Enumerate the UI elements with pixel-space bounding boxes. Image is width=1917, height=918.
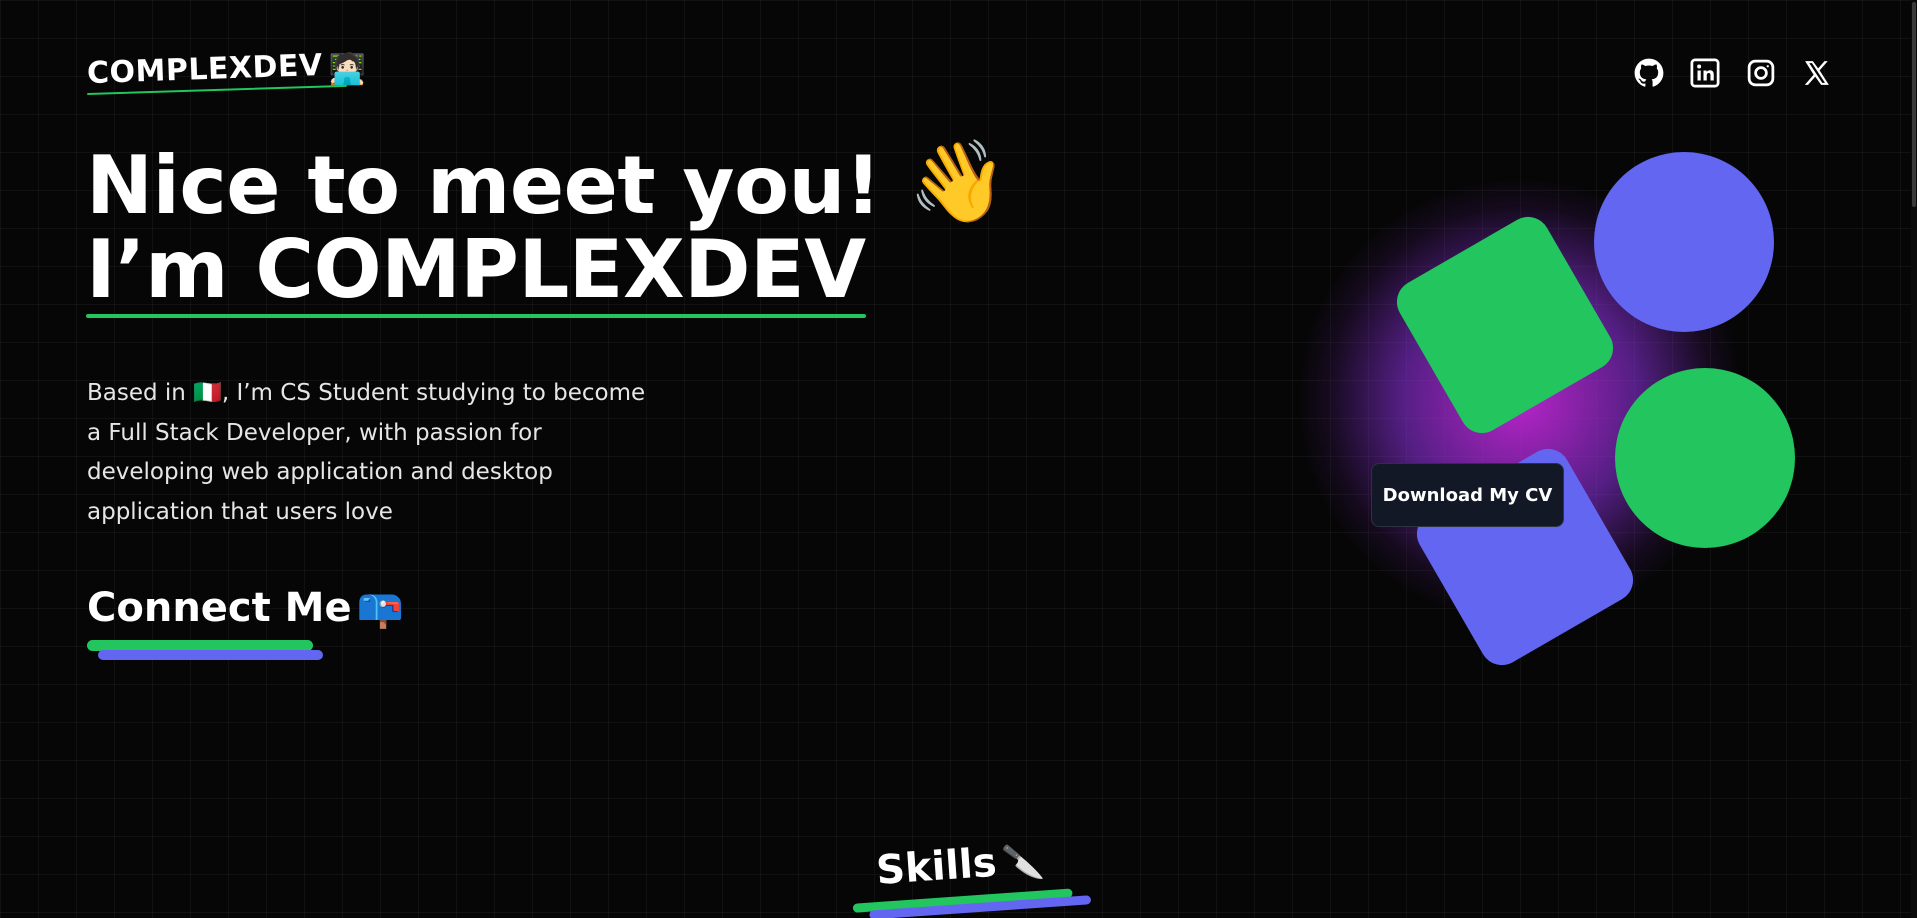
connect-me-label: Connect Me: [87, 585, 352, 631]
page-scrollbar[interactable]: [1911, 0, 1917, 918]
hero-bio: Based in 🇮🇹, I’m CS Student studying to …: [87, 380, 646, 525]
green-circle-shape: [1615, 368, 1795, 548]
social-links: [1632, 56, 1833, 89]
instagram-icon: [1747, 59, 1774, 86]
connect-underline-blue: [98, 650, 323, 660]
x-link[interactable]: [1800, 56, 1833, 89]
linkedin-link[interactable]: [1688, 56, 1721, 89]
x-icon: [1804, 60, 1829, 85]
logo-text: COMPLEXDEV: [86, 47, 324, 92]
linkedin-icon: [1690, 58, 1719, 87]
waving-hand-icon: 👋: [908, 135, 1008, 228]
hero-illustration: [1260, 110, 1820, 710]
github-icon: [1634, 58, 1663, 87]
mailbox-icon: 📪: [356, 586, 405, 630]
download-cv-button[interactable]: Download My CV: [1371, 463, 1564, 527]
technologist-emoji-icon: 🧑🏻‍💻: [328, 52, 367, 87]
connect-me-link[interactable]: Connect Me 📪: [87, 585, 405, 660]
knife-icon: 🔪: [1000, 841, 1046, 885]
hero-greeting: Nice to meet you!: [86, 139, 881, 232]
scrollbar-thumb[interactable]: [1912, 2, 1916, 207]
blue-circle-shape: [1594, 152, 1774, 332]
hero-heading: Nice to meet you! 👋 I’m COMPLEXDEV: [86, 139, 1008, 318]
skills-section-heading: Skills 🔪: [852, 840, 1092, 918]
hero-name: I’m COMPLEXDEV: [86, 223, 866, 318]
skills-title: Skills: [874, 839, 999, 894]
github-link[interactable]: [1632, 56, 1665, 89]
instagram-link[interactable]: [1744, 56, 1777, 89]
site-logo[interactable]: COMPLEXDEV 🧑🏻‍💻: [86, 48, 367, 95]
